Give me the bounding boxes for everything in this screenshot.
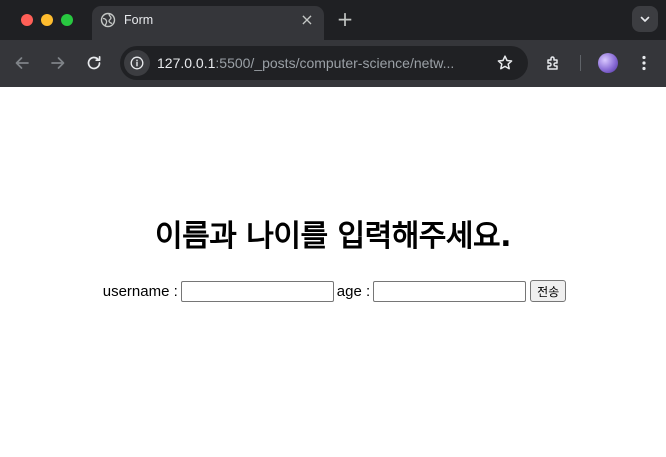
reload-button[interactable] bbox=[84, 53, 104, 73]
window-maximize-button[interactable] bbox=[61, 14, 73, 26]
username-label: username : bbox=[102, 282, 178, 300]
tab-form[interactable]: Form × bbox=[92, 6, 324, 40]
new-tab-button[interactable]: + bbox=[334, 9, 356, 31]
window-minimize-button[interactable] bbox=[41, 14, 53, 26]
window-close-button[interactable] bbox=[21, 14, 33, 26]
chevron-down-icon bbox=[640, 16, 650, 22]
profile-avatar[interactable] bbox=[598, 53, 618, 73]
back-button[interactable] bbox=[12, 53, 32, 73]
site-info-button[interactable] bbox=[124, 50, 150, 76]
globe-icon bbox=[100, 12, 116, 28]
url-text[interactable]: 127.0.0.1:5500/_posts/computer-science/n… bbox=[157, 55, 481, 72]
page-content: 이름과 나이를 입력해주세요. username : age : 전송 bbox=[0, 87, 666, 457]
address-bar[interactable]: 127.0.0.1:5500/_posts/computer-science/n… bbox=[120, 46, 528, 80]
forward-button[interactable] bbox=[48, 53, 68, 73]
tab-close-icon[interactable]: × bbox=[298, 11, 316, 29]
tab-search-button[interactable] bbox=[632, 6, 658, 32]
submit-button[interactable]: 전송 bbox=[530, 280, 567, 302]
browser-menu-button[interactable] bbox=[634, 53, 654, 73]
browser-toolbar: 127.0.0.1:5500/_posts/computer-science/n… bbox=[0, 40, 666, 87]
toolbar-divider bbox=[580, 55, 581, 71]
tab-title: Form bbox=[124, 13, 154, 27]
puzzle-icon bbox=[547, 56, 558, 70]
url-path: :5500/_posts/computer-science/netw... bbox=[215, 55, 455, 71]
age-label: age : bbox=[336, 282, 371, 300]
reload-icon bbox=[87, 55, 101, 70]
extensions-button[interactable] bbox=[544, 53, 564, 73]
tab-strip: Form × + bbox=[0, 0, 666, 40]
age-input[interactable] bbox=[373, 280, 527, 302]
arrow-right-icon bbox=[51, 57, 65, 69]
url-host: 127.0.0.1 bbox=[157, 55, 216, 71]
info-icon bbox=[130, 56, 144, 70]
page-title: 이름과 나이를 입력해주세요. bbox=[155, 219, 512, 254]
arrow-left-icon bbox=[15, 57, 29, 69]
username-input[interactable] bbox=[180, 280, 334, 302]
kebab-menu-icon bbox=[642, 55, 646, 71]
user-form: username : age : 전송 bbox=[0, 280, 666, 302]
star-icon[interactable] bbox=[496, 54, 514, 72]
